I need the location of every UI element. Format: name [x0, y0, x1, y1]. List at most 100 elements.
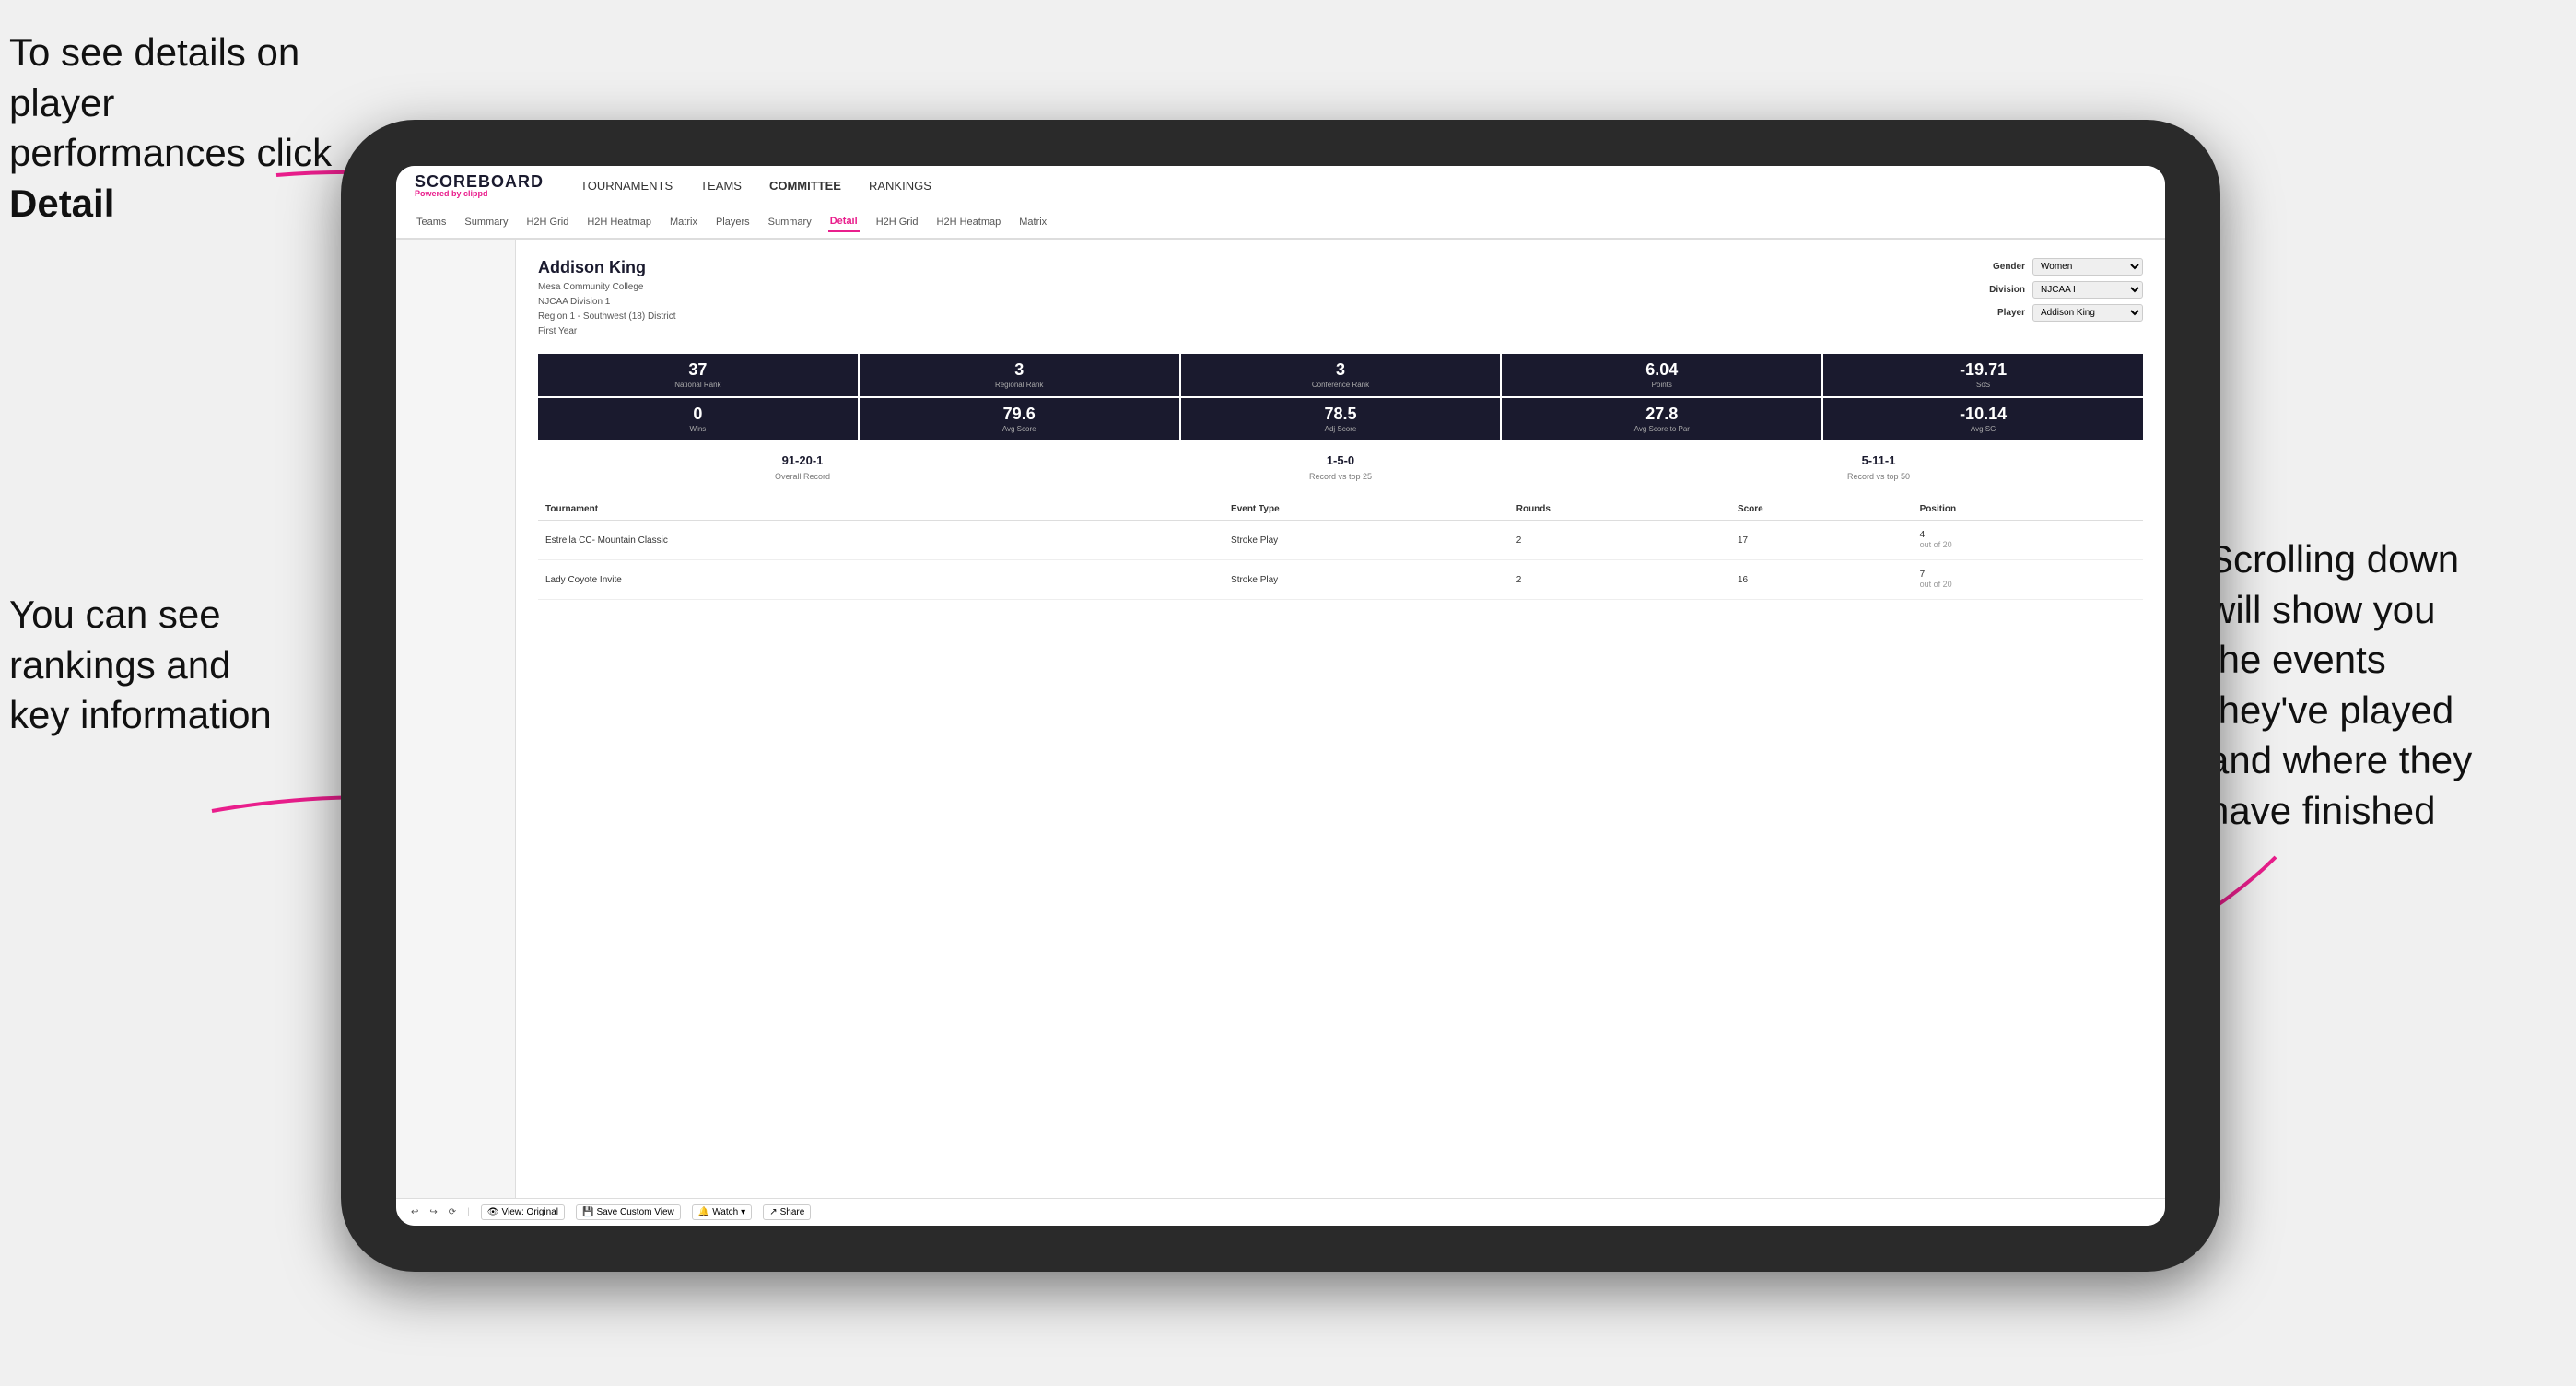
- col-event-type: Event Type: [1224, 499, 1509, 521]
- stat-cell: -10.14Avg SG: [1823, 398, 2143, 440]
- watch-label: Watch: [712, 1207, 738, 1217]
- content-area: Addison King Mesa Community College NJCA…: [516, 240, 2165, 1198]
- annotation-right-3: the events: [2207, 638, 2386, 681]
- view-original-label: View: Original: [501, 1207, 558, 1217]
- tablet-frame: SCOREBOARD Powered by clippd TOURNAMENTS…: [341, 120, 2220, 1272]
- cell-position: 7out of 20: [1913, 560, 2143, 600]
- save-custom-label: Save Custom View: [596, 1207, 673, 1217]
- player-college: Mesa Community College: [538, 280, 676, 295]
- player-select[interactable]: Addison King: [2032, 304, 2143, 322]
- record-item: 1-5-0Record vs top 25: [1076, 453, 1605, 484]
- toolbar-undo-icon[interactable]: ↩: [411, 1207, 418, 1217]
- col-empty: [1157, 499, 1224, 521]
- subnav-matrix1[interactable]: Matrix: [668, 213, 699, 231]
- watch-btn[interactable]: 🔔 Watch ▾: [692, 1204, 752, 1220]
- subnav-h2hgrid1[interactable]: H2H Grid: [524, 213, 570, 231]
- player-control: Player Addison King: [1979, 304, 2143, 322]
- stat-cell: 3Regional Rank: [860, 354, 1179, 396]
- subnav-matrix2[interactable]: Matrix: [1017, 213, 1048, 231]
- annotation-bottom-left-1: You can see: [9, 593, 221, 636]
- division-label: Division: [1979, 285, 2025, 295]
- subnav-h2hgrid2[interactable]: H2H Grid: [874, 213, 920, 231]
- annotation-right-1: Scrolling down: [2207, 537, 2459, 581]
- subnav-h2hheatmap2[interactable]: H2H Heatmap: [935, 213, 1003, 231]
- stat-cell: -19.71SoS: [1823, 354, 2143, 396]
- subnav-teams[interactable]: Teams: [415, 213, 448, 231]
- save-icon: 💾: [582, 1207, 593, 1217]
- left-sidebar: [396, 240, 516, 1198]
- stat-cell: 79.6Avg Score: [860, 398, 1179, 440]
- nav-committee[interactable]: COMMITTEE: [769, 179, 841, 193]
- view-icon: 👁: [487, 1207, 499, 1217]
- cell-position: 4out of 20: [1913, 521, 2143, 560]
- logo-powered: Powered by clippd: [415, 190, 544, 198]
- cell-event-type: Stroke Play: [1224, 521, 1509, 560]
- main-nav: TOURNAMENTS TEAMS COMMITTEE RANKINGS: [580, 179, 931, 193]
- annotation-bottom-left-2: rankings and: [9, 643, 231, 687]
- share-btn[interactable]: ↗ Share: [763, 1204, 811, 1220]
- player-select-label: Player: [1979, 308, 2025, 318]
- logo-title: SCOREBOARD: [415, 173, 544, 190]
- view-original-btn[interactable]: 👁 View: Original: [481, 1204, 565, 1220]
- cell-event-type: Stroke Play: [1224, 560, 1509, 600]
- division-control: Division NJCAA I: [1979, 281, 2143, 299]
- cell-rounds: 2: [1509, 521, 1730, 560]
- subnav-h2hheatmap1[interactable]: H2H Heatmap: [585, 213, 653, 231]
- stat-cell: 78.5Adj Score: [1181, 398, 1501, 440]
- cell-tournament: Lady Coyote Invite: [538, 560, 1157, 600]
- stat-cell: 0Wins: [538, 398, 858, 440]
- record-item: 91-20-1Overall Record: [538, 453, 1067, 484]
- save-custom-btn[interactable]: 💾 Save Custom View: [576, 1204, 681, 1220]
- gender-select[interactable]: Women Men: [2032, 258, 2143, 276]
- share-icon: ↗: [769, 1207, 777, 1217]
- nav-rankings[interactable]: RANKINGS: [869, 179, 931, 193]
- records-section: 91-20-1Overall Record 1-5-0Record vs top …: [538, 453, 2143, 484]
- annotation-bottom-left-3: key information: [9, 693, 272, 736]
- cell-score: 17: [1730, 521, 1913, 560]
- cell-rounds: 2: [1509, 560, 1730, 600]
- tablet-screen: SCOREBOARD Powered by clippd TOURNAMENTS…: [396, 166, 2165, 1226]
- division-select[interactable]: NJCAA I: [2032, 281, 2143, 299]
- toolbar-refresh-icon[interactable]: ⟳: [449, 1207, 456, 1217]
- toolbar-redo-icon[interactable]: ↪: [429, 1207, 437, 1217]
- cell-score: 16: [1730, 560, 1913, 600]
- annotation-right: Scrolling down will show you the events …: [2207, 534, 2558, 837]
- subnav-players[interactable]: Players: [714, 213, 752, 231]
- table-row[interactable]: Lady Coyote Invite Stroke Play 2 16 7out…: [538, 560, 2143, 600]
- annotation-right-6: have finished: [2207, 789, 2436, 832]
- subnav-detail[interactable]: Detail: [828, 212, 860, 232]
- gender-label: Gender: [1979, 262, 2025, 272]
- annotation-right-2: will show you: [2207, 588, 2435, 631]
- player-name: Addison King: [538, 258, 676, 277]
- player-region: Region 1 - Southwest (18) District: [538, 310, 676, 324]
- annotation-top-left-bold: Detail: [9, 182, 114, 225]
- col-score: Score: [1730, 499, 1913, 521]
- cell-tournament: Estrella CC- Mountain Classic: [538, 521, 1157, 560]
- gender-control: Gender Women Men: [1979, 258, 2143, 276]
- annotation-right-4: they've played: [2207, 688, 2453, 732]
- subnav-summary2[interactable]: Summary: [767, 213, 814, 231]
- player-controls: Gender Women Men Division NJCAA I: [1979, 258, 2143, 339]
- scoreboard-logo: SCOREBOARD Powered by clippd: [415, 173, 544, 198]
- nav-tournaments[interactable]: TOURNAMENTS: [580, 179, 673, 193]
- stat-cell: 3Conference Rank: [1181, 354, 1501, 396]
- share-label: Share: [780, 1207, 805, 1217]
- stats-row2: 0Wins79.6Avg Score78.5Adj Score27.8Avg S…: [538, 398, 2143, 440]
- player-year: First Year: [538, 324, 676, 339]
- annotation-right-5: and where they: [2207, 738, 2472, 781]
- player-header: Addison King Mesa Community College NJCA…: [538, 258, 2143, 339]
- record-item: 5-11-1Record vs top 50: [1614, 453, 2143, 484]
- stat-cell: 6.04Points: [1502, 354, 1821, 396]
- col-rounds: Rounds: [1509, 499, 1730, 521]
- table-row[interactable]: Estrella CC- Mountain Classic Stroke Pla…: [538, 521, 2143, 560]
- subnav-summary1[interactable]: Summary: [463, 213, 509, 231]
- annotation-bottom-left: You can see rankings and key information: [9, 590, 341, 741]
- annotation-top-left: To see details on player performances cl…: [9, 28, 359, 229]
- app-header: SCOREBOARD Powered by clippd TOURNAMENTS…: [396, 166, 2165, 206]
- watch-icon: 🔔: [698, 1207, 709, 1217]
- nav-teams[interactable]: TEAMS: [700, 179, 742, 193]
- annotation-top-left-text: To see details on player performances cl…: [9, 30, 332, 174]
- tournament-table: Tournament Event Type Rounds Score Posit…: [538, 499, 2143, 600]
- sub-nav: Teams Summary H2H Grid H2H Heatmap Matri…: [396, 206, 2165, 240]
- main-content: Addison King Mesa Community College NJCA…: [396, 240, 2165, 1198]
